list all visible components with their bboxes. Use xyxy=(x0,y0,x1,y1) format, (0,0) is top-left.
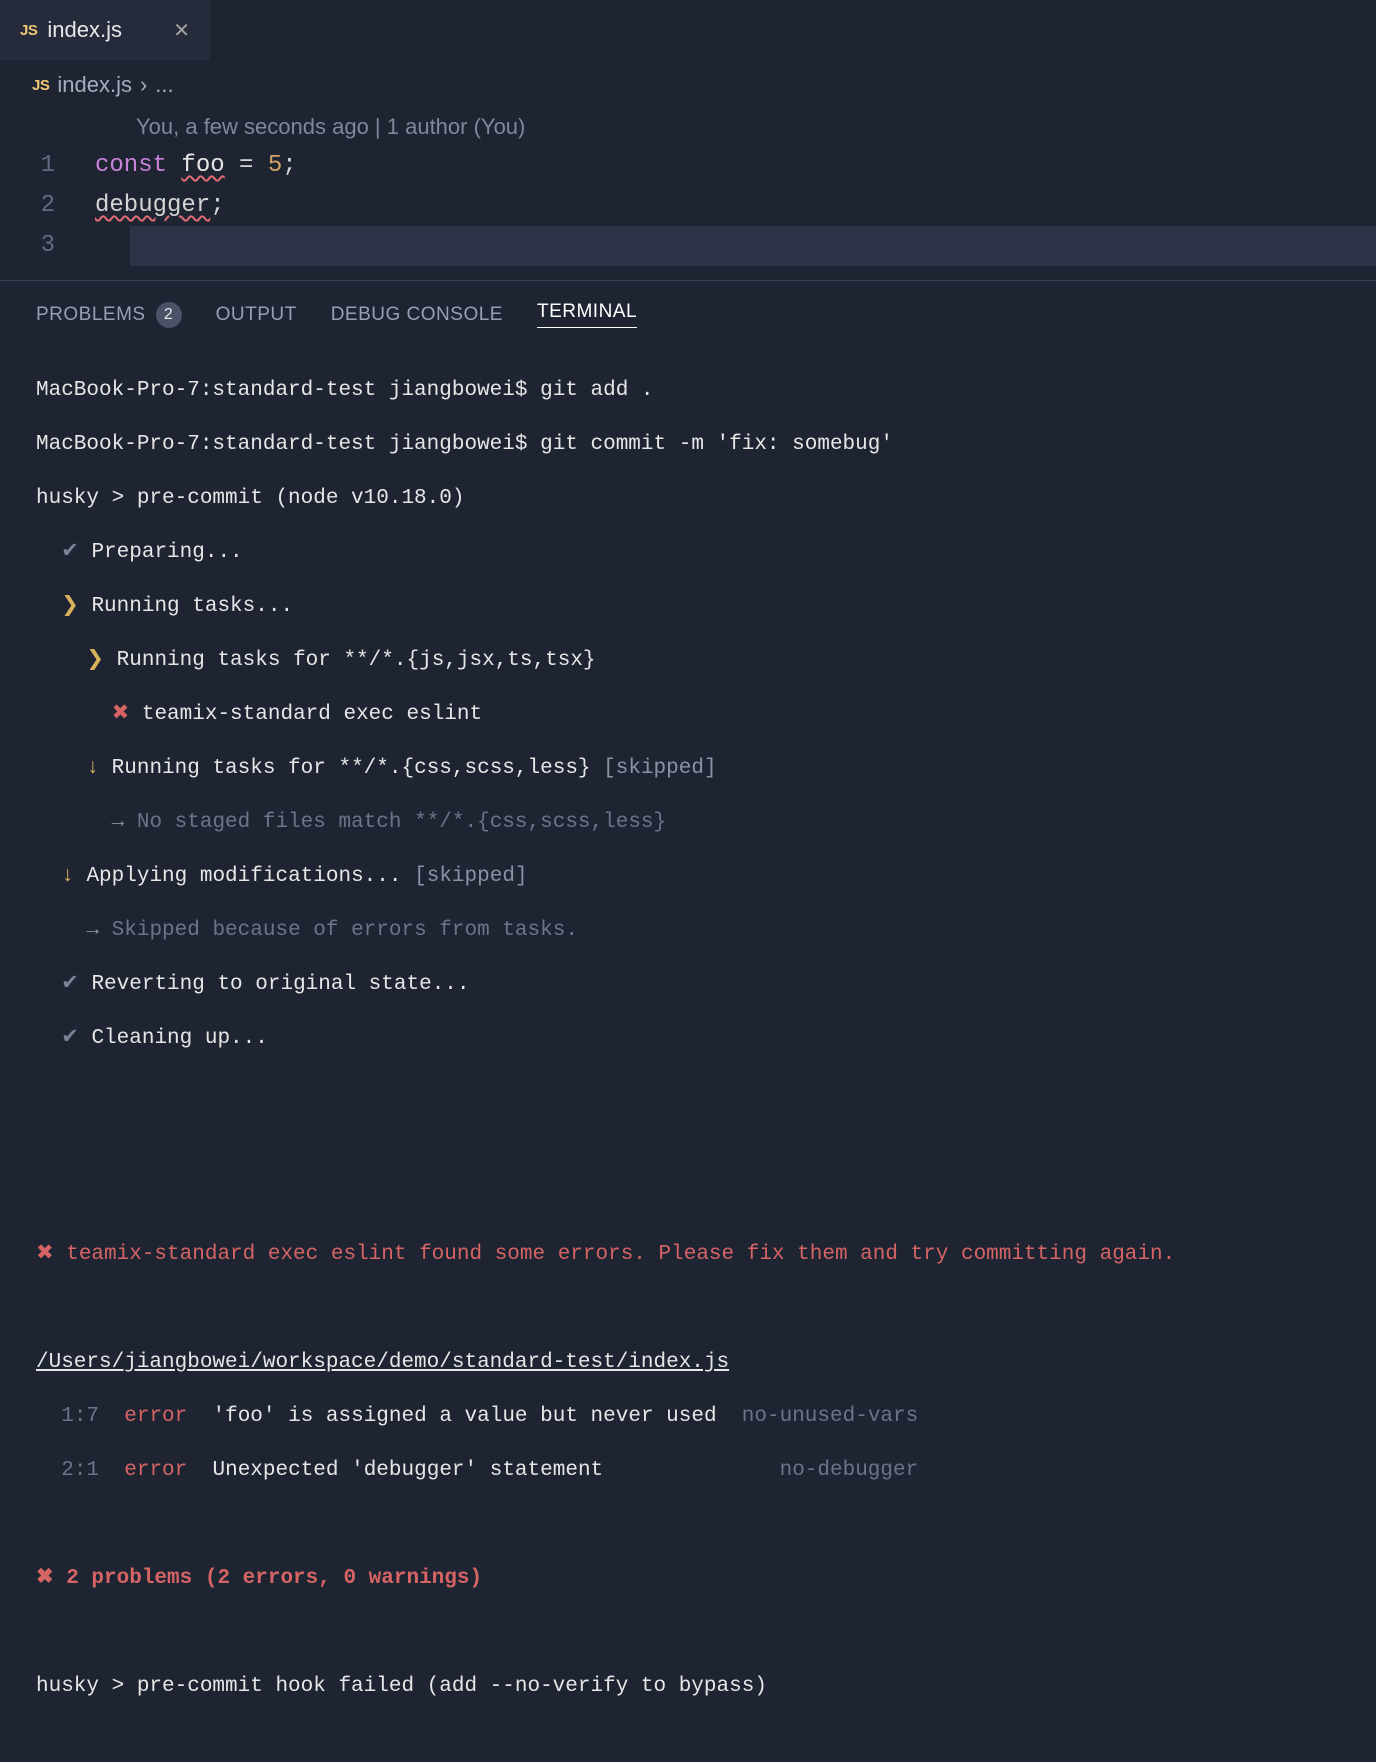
terminal-line: ❯ Running tasks... xyxy=(36,593,1340,620)
tab-output[interactable]: OUTPUT xyxy=(216,301,297,328)
problems-count-badge: 2 xyxy=(156,302,182,328)
git-blame-annotation: You, a few seconds ago | 1 author (You) xyxy=(0,114,1376,146)
down-arrow-icon: ↓ xyxy=(86,757,99,780)
editor-tab[interactable]: JS index.js ✕ xyxy=(0,0,210,60)
code-line-active: 3 xyxy=(0,226,1376,266)
down-arrow-icon: ↓ xyxy=(61,865,74,888)
keyword: const xyxy=(95,152,167,179)
arrow-icon: ❯ xyxy=(61,595,79,618)
line-number: 1 xyxy=(0,146,95,186)
tab-problems[interactable]: PROBLEMS 2 xyxy=(36,301,182,328)
tab-label: PROBLEMS xyxy=(36,304,146,326)
semicolon: ; xyxy=(210,192,224,219)
number-literal: 5 xyxy=(268,152,282,179)
arrow-icon: ❯ xyxy=(86,649,104,672)
terminal-line xyxy=(36,1511,1340,1538)
terminal-line: husky > pre-commit hook failed (add --no… xyxy=(36,1673,1340,1700)
tab-debug-console[interactable]: DEBUG CONSOLE xyxy=(331,301,503,328)
cross-icon: ✖ xyxy=(36,1567,54,1590)
tab-label: DEBUG CONSOLE xyxy=(331,304,503,326)
chevron-right-icon: › xyxy=(140,72,147,98)
terminal-error-header: ✖ teamix-standard exec eslint found some… xyxy=(36,1241,1340,1268)
terminal-line xyxy=(36,1187,1340,1214)
terminal-line xyxy=(36,1133,1340,1160)
terminal-line xyxy=(36,1295,1340,1322)
terminal-line: husky > pre-commit (node v10.18.0) xyxy=(36,485,1340,512)
terminal-line: MacBook-Pro-7:standard-test jiangbowei$ … xyxy=(36,377,1340,404)
tab-label: OUTPUT xyxy=(216,304,297,326)
code-line: 2 debugger; xyxy=(0,186,1376,226)
tab-filename: index.js xyxy=(47,17,122,43)
terminal-line xyxy=(36,1079,1340,1106)
breadcrumb-rest: ... xyxy=(155,72,173,98)
line-number: 2 xyxy=(0,186,95,226)
right-arrow-icon: → xyxy=(112,811,125,834)
code-content[interactable]: const foo = 5; xyxy=(95,146,1356,186)
tab-terminal[interactable]: TERMINAL xyxy=(537,301,637,328)
code-editor[interactable]: You, a few seconds ago | 1 author (You) … xyxy=(0,106,1376,280)
operator: = xyxy=(239,152,253,179)
terminal-line: ↓ Running tasks for **/*.{css,scss,less}… xyxy=(36,755,1340,782)
code-line: 1 const foo = 5; xyxy=(0,146,1376,186)
bottom-panel: PROBLEMS 2 OUTPUT DEBUG CONSOLE TERMINAL… xyxy=(0,280,1376,1762)
terminal-file-path: /Users/jiangbowei/workspace/demo/standar… xyxy=(36,1349,1340,1376)
terminal-line: ✔ Reverting to original state... xyxy=(36,971,1340,998)
tab-label: TERMINAL xyxy=(537,301,637,323)
terminal-line xyxy=(36,1619,1340,1646)
check-icon: ✔ xyxy=(61,973,79,996)
check-icon: ✔ xyxy=(61,1027,79,1050)
variable-with-error: foo xyxy=(181,152,224,179)
terminal-line: ❯ Running tasks for **/*.{js,jsx,ts,tsx} xyxy=(36,647,1340,674)
right-arrow-icon: → xyxy=(86,919,99,942)
breadcrumb[interactable]: JS index.js › ... xyxy=(0,60,1376,106)
eslint-error-line: 2:1 error Unexpected 'debugger' statemen… xyxy=(36,1457,1340,1484)
terminal-output[interactable]: MacBook-Pro-7:standard-test jiangbowei$ … xyxy=(0,342,1376,1762)
tab-bar: JS index.js ✕ xyxy=(0,0,1376,60)
terminal-line: ✔ Cleaning up... xyxy=(36,1025,1340,1052)
code-content[interactable]: debugger; xyxy=(95,186,1356,226)
eslint-error-line: 1:7 error 'foo' is assigned a value but … xyxy=(36,1403,1340,1430)
terminal-line: → Skipped because of errors from tasks. xyxy=(36,917,1340,944)
close-icon[interactable]: ✕ xyxy=(173,18,190,43)
terminal-line: → No staged files match **/*.{css,scss,l… xyxy=(36,809,1340,836)
cross-icon: ✖ xyxy=(36,1243,54,1266)
terminal-line: ↓ Applying modifications... [skipped] xyxy=(36,863,1340,890)
cross-icon: ✖ xyxy=(112,703,130,726)
terminal-line: MacBook-Pro-7:standard-test jiangbowei$ … xyxy=(36,431,1340,458)
check-icon: ✔ xyxy=(61,541,79,564)
js-file-icon: JS xyxy=(32,77,49,94)
terminal-line: ✔ Preparing... xyxy=(36,539,1340,566)
js-file-icon: JS xyxy=(20,22,37,39)
semicolon: ; xyxy=(282,152,296,179)
breadcrumb-filename: index.js xyxy=(57,72,132,98)
terminal-line: ✖ teamix-standard exec eslint xyxy=(36,701,1340,728)
eslint-summary: ✖ 2 problems (2 errors, 0 warnings) xyxy=(36,1565,1340,1592)
statement-with-error: debugger xyxy=(95,192,210,219)
panel-tab-bar: PROBLEMS 2 OUTPUT DEBUG CONSOLE TERMINAL xyxy=(0,281,1376,342)
line-number: 3 xyxy=(0,226,95,266)
